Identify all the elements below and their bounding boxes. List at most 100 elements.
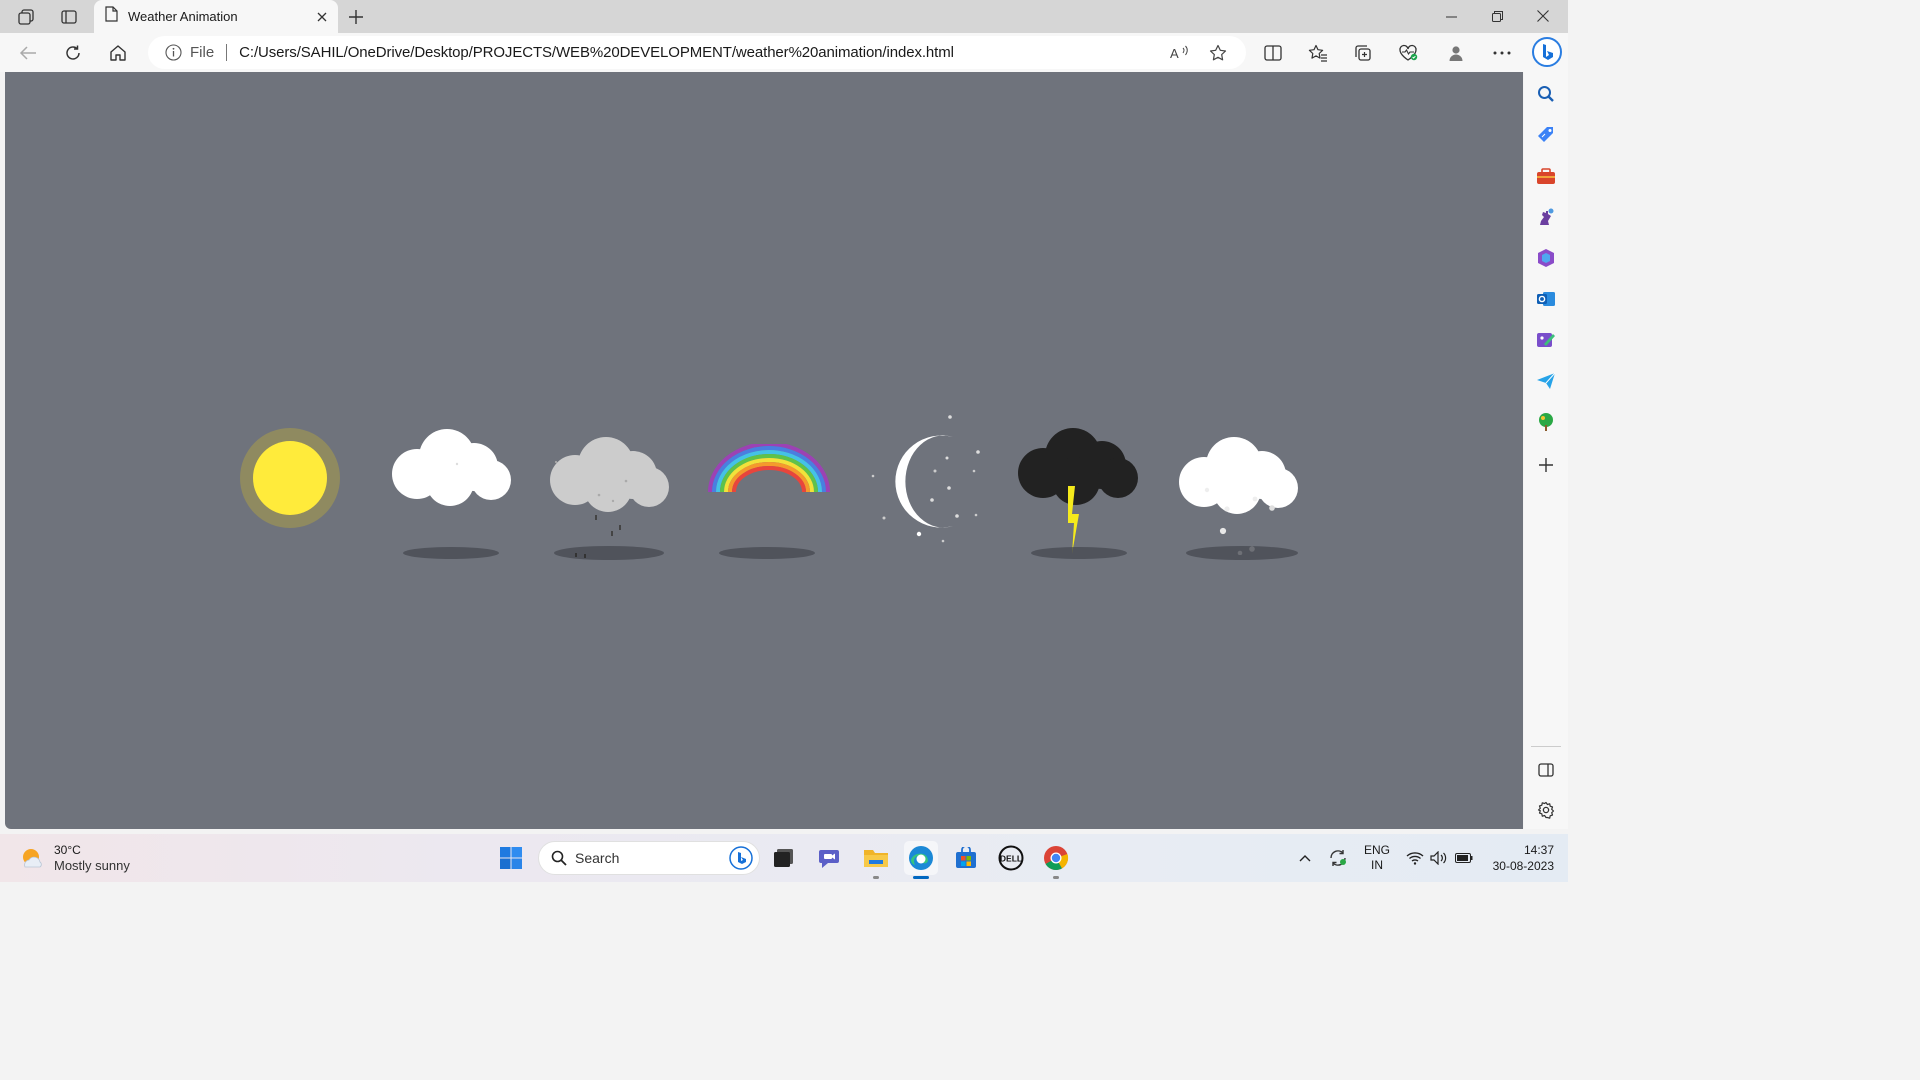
teams-chat-button[interactable] <box>813 841 847 875</box>
back-button[interactable] <box>12 37 44 69</box>
home-button[interactable] <box>102 37 134 69</box>
volume-icon[interactable] <box>1428 834 1450 882</box>
sync-icon[interactable] <box>1324 834 1352 882</box>
plus-icon <box>349 10 363 24</box>
add-icon[interactable] <box>1532 451 1560 479</box>
office-icon[interactable] <box>1532 244 1560 272</box>
bing-copilot-button[interactable] <box>1530 35 1564 69</box>
address-bar[interactable]: File C:/Users/SAHIL/OneDrive/Desktop/PRO… <box>148 36 1246 69</box>
snow-cloud-icon <box>1179 437 1298 556</box>
moon-icon <box>871 415 980 543</box>
chat-icon <box>819 850 839 868</box>
snow-cloud-weather-icon <box>1177 435 1301 560</box>
running-indicator <box>1053 876 1059 879</box>
show-hidden-icons-chevron-icon[interactable] <box>1294 834 1316 882</box>
read-aloud-icon[interactable]: A <box>1164 39 1196 67</box>
weather-condition: Mostly sunny <box>54 858 130 873</box>
rainbow-weather-icon <box>707 442 831 501</box>
refresh-button[interactable] <box>57 37 89 69</box>
outlook-icon[interactable] <box>1532 285 1560 313</box>
collections-icon <box>1355 45 1371 61</box>
chrome-button[interactable] <box>1039 841 1073 879</box>
shopping-icon[interactable] <box>1532 121 1560 149</box>
rain-drops-on-ground <box>575 548 595 566</box>
sidebar-settings-gear-icon[interactable] <box>1532 796 1560 824</box>
moon-night-weather-icon <box>865 412 989 549</box>
url-text[interactable]: C:/Users/SAHIL/OneDrive/Desktop/PROJECTS… <box>239 44 1164 61</box>
windows-logo-icon <box>500 847 522 869</box>
dell-app-button[interactable]: DELL <box>994 841 1028 875</box>
rainbow-icon <box>708 442 830 493</box>
games-icon[interactable] <box>1532 203 1560 231</box>
chrome-icon <box>1044 846 1069 871</box>
snow-cloud-shadow <box>1186 546 1298 560</box>
sun-icon <box>240 428 340 528</box>
workspaces-icon[interactable] <box>12 4 40 30</box>
hide-sidebar-icon[interactable] <box>1532 756 1560 784</box>
more-dots-icon <box>1493 51 1511 55</box>
tab-weather-animation[interactable]: Weather Animation <box>94 0 338 33</box>
page-viewport <box>5 72 1523 829</box>
new-tab-button[interactable] <box>342 4 370 30</box>
thunderstorm-shadow <box>1031 547 1127 559</box>
search-icon[interactable] <box>1532 80 1560 108</box>
language-indicator[interactable]: ENG IN <box>1358 834 1396 882</box>
wifi-icon[interactable] <box>1404 834 1426 882</box>
url-scheme-label: File <box>190 44 215 61</box>
tab-actions-icon[interactable] <box>55 4 83 30</box>
battery-icon[interactable] <box>1452 834 1476 882</box>
restore-button[interactable] <box>1474 0 1520 32</box>
rainbow-shadow <box>719 547 815 559</box>
send-icon[interactable] <box>1532 367 1560 395</box>
start-button[interactable] <box>494 841 528 875</box>
file-explorer-button[interactable] <box>859 841 893 879</box>
minimize-button[interactable] <box>1428 0 1474 32</box>
browser-toolbar: File C:/Users/SAHIL/OneDrive/Desktop/PRO… <box>0 33 1568 72</box>
sidebar-divider <box>1531 746 1561 747</box>
taskbar-search-box[interactable]: Search <box>538 841 760 875</box>
close-icon[interactable] <box>310 5 334 29</box>
edge-browser-icon <box>909 846 933 870</box>
cloud-icon <box>392 429 511 506</box>
home-icon <box>110 45 126 61</box>
page-icon <box>104 6 118 27</box>
lang-line-2: IN <box>1370 858 1383 872</box>
favorites-icon <box>1308 44 1327 62</box>
task-view-button[interactable] <box>767 841 801 875</box>
split-screen-button[interactable] <box>1257 37 1289 69</box>
tools-icon[interactable] <box>1532 162 1560 190</box>
close-window-button[interactable] <box>1520 0 1566 32</box>
collections-button[interactable] <box>1347 37 1379 69</box>
lang-line-1: ENG <box>1363 843 1390 857</box>
taskbar-clock[interactable]: 14:37 30-08-2023 <box>1474 842 1554 874</box>
edge-taskbar-button[interactable] <box>904 841 938 879</box>
rain-cloud-icon <box>550 437 669 549</box>
task-view-icon <box>774 849 793 867</box>
url-divider <box>226 44 228 61</box>
favorites-button[interactable] <box>1302 37 1334 69</box>
store-icon <box>956 847 976 868</box>
weather-widget[interactable]: 30°C Mostly sunny <box>20 842 130 874</box>
designer-icon[interactable] <box>1532 326 1560 354</box>
clock-date: 30-08-2023 <box>1492 859 1554 873</box>
browser-essentials-button[interactable] <box>1392 37 1424 69</box>
tab-title: Weather Animation <box>128 9 238 24</box>
tree-icon[interactable] <box>1532 408 1560 436</box>
tab-strip: Weather Animation <box>0 0 1568 33</box>
profile-button[interactable] <box>1440 37 1472 69</box>
windows-taskbar: 30°C Mostly sunny Search DELL ENG IN 14:… <box>0 834 1568 882</box>
favorite-star-icon[interactable] <box>1202 39 1234 67</box>
info-icon[interactable] <box>165 44 182 61</box>
folder-icon <box>864 850 888 867</box>
settings-and-more-button[interactable] <box>1486 37 1518 69</box>
running-indicator <box>873 876 879 879</box>
profile-avatar-icon <box>1449 46 1463 61</box>
sun-weather-icon <box>239 427 341 534</box>
partly-sunny-icon <box>23 849 42 868</box>
clock-time: 14:37 <box>1523 843 1554 857</box>
thunderstorm-weather-icon <box>1016 426 1140 561</box>
active-indicator <box>913 876 929 879</box>
microsoft-store-button[interactable] <box>949 841 983 875</box>
search-icon <box>551 850 567 866</box>
thunderstorm-icon <box>1018 428 1138 554</box>
